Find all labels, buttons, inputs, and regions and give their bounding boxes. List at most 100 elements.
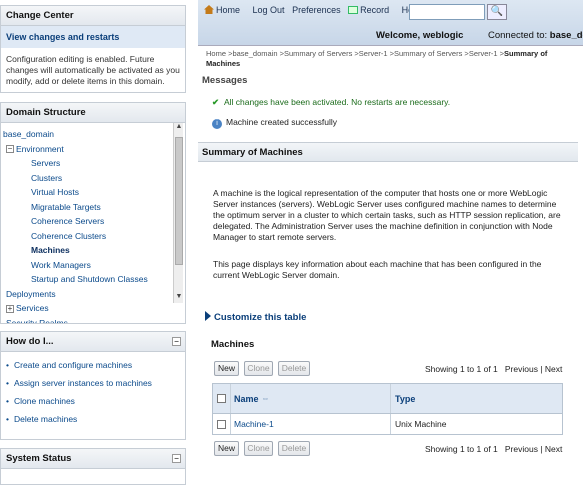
record-link[interactable]: Record <box>348 5 394 15</box>
record-label: Record <box>360 5 390 15</box>
search-input[interactable] <box>409 4 485 20</box>
type-column-header[interactable]: Type <box>391 384 562 413</box>
tree-item[interactable]: Machines <box>3 243 183 258</box>
system-status-panel: System Status − <box>0 448 186 485</box>
tree-item-label: Deployments <box>6 288 56 299</box>
expand-icon[interactable]: + <box>6 304 14 313</box>
tree-item-label: Work Managers <box>31 259 91 270</box>
delete-button-bottom[interactable]: Delete <box>278 441 310 456</box>
howdo-link-create[interactable]: Create and configure machines <box>6 356 180 374</box>
domain-tree: base_domain − Environment Servers Clusters Vi… <box>1 123 185 323</box>
domain-structure-title: Domain Structure <box>1 103 185 123</box>
machine-name-link[interactable]: Machine-1 <box>231 414 391 434</box>
clone-button-bottom[interactable]: Clone <box>244 441 273 456</box>
expand-triangle-icon <box>205 311 211 321</box>
collapse-icon[interactable]: − <box>6 145 14 154</box>
tree-item[interactable]: Startup and Shutdown Classes <box>3 272 183 287</box>
left-column: Change Center View changes and restarts … <box>0 0 188 485</box>
delete-button[interactable]: Delete <box>278 361 310 376</box>
home-icon <box>204 5 214 14</box>
tree-item[interactable]: Coherence Servers <box>3 214 183 229</box>
info-message-text: Machine created successfully <box>226 117 338 127</box>
tree-item-label: Machines <box>31 245 70 255</box>
top-navigation-bar: Home Log Out Preferences Record Help 🔍 W… <box>198 0 583 46</box>
success-message: ✔ All changes have been activated. No res… <box>212 97 450 107</box>
view-changes-link[interactable]: View changes and restarts <box>1 26 185 48</box>
change-center-title: Change Center <box>1 6 185 26</box>
tree-item[interactable]: Virtual Hosts <box>3 185 183 200</box>
row-checkbox[interactable] <box>217 419 226 429</box>
tree-item-label: Migratable Targets <box>31 201 101 212</box>
welcome-text: Welcome, weblogic <box>376 30 464 41</box>
collapse-icon[interactable]: − <box>172 337 181 346</box>
tree-item[interactable]: Work Managers <box>3 258 183 273</box>
pager-next[interactable]: Next <box>545 444 562 454</box>
pager-previous[interactable]: Previous <box>505 364 538 374</box>
summary-title: Summary of Machines <box>198 142 578 162</box>
name-header-label: Name <box>234 393 259 404</box>
check-icon: ✔ <box>212 97 220 107</box>
howdo-link-delete[interactable]: Delete machines <box>6 410 180 428</box>
how-do-i-title: How do I... − <box>1 332 185 352</box>
record-icon <box>348 6 359 14</box>
pager-separator: | <box>540 444 543 454</box>
scroll-thumb[interactable] <box>175 137 183 265</box>
tree-item-label: Startup and Shutdown Classes <box>31 274 148 284</box>
tree-item[interactable]: base_domain <box>3 127 183 142</box>
tree-item[interactable]: Coherence Clusters <box>3 229 183 244</box>
tree-item[interactable]: Deployments <box>3 287 183 302</box>
tree-scrollbar[interactable]: ▲ ▼ <box>173 123 183 303</box>
preferences-link[interactable]: Preferences <box>292 5 341 15</box>
tree-item-label: Coherence Servers <box>31 216 105 226</box>
tree-item[interactable]: Servers <box>3 156 183 171</box>
messages-title: Messages <box>202 75 248 86</box>
tree-item[interactable]: Migratable Targets <box>3 200 183 215</box>
info-message: i Machine created successfully <box>212 117 337 129</box>
tree-item[interactable]: Security Realms <box>3 316 183 324</box>
pager-previous[interactable]: Previous <box>505 444 538 454</box>
customize-label: Customize this table <box>214 312 307 323</box>
how-do-i-list: Create and configure machines Assign ser… <box>1 352 185 432</box>
breadcrumb-path[interactable]: Home >base_domain >Summary of Servers >S… <box>206 49 504 58</box>
row-checkbox-cell <box>213 414 231 434</box>
tree-item[interactable]: + Services <box>3 301 183 316</box>
connected-label: Connected to: <box>488 30 548 41</box>
tree-item-label: Security Realms <box>6 317 68 324</box>
tree-item-label: Environment <box>16 143 64 154</box>
scroll-down-icon[interactable]: ▼ <box>174 293 184 303</box>
top-nav-links: Home Log Out Preferences Record Help <box>204 5 425 15</box>
collapse-icon[interactable]: − <box>172 454 181 463</box>
pager-next[interactable]: Next <box>545 364 562 374</box>
machines-title: Machines <box>211 339 255 350</box>
howdo-link-assign[interactable]: Assign server instances to machines <box>6 374 180 392</box>
scroll-up-icon[interactable]: ▲ <box>174 123 184 133</box>
home-link[interactable]: Home <box>204 5 245 15</box>
tree-item[interactable]: − Environment <box>3 142 183 157</box>
logout-link[interactable]: Log Out <box>253 5 285 15</box>
new-button[interactable]: New <box>214 361 239 376</box>
tree-item-label: Services <box>16 303 49 313</box>
tree-item-label: Clusters <box>31 172 63 183</box>
new-button-bottom[interactable]: New <box>214 441 239 456</box>
change-center-panel: Change Center View changes and restarts … <box>0 5 186 93</box>
pager-bottom: Showing 1 to 1 of 1 Previous | Next <box>425 444 562 454</box>
change-center-text: Configuration editing is enabled. Future… <box>6 54 180 86</box>
description-text-2: This page displays key information about… <box>213 259 542 280</box>
connected-to: Connected to: base_domain <box>488 30 583 41</box>
pager-top: Showing 1 to 1 of 1 Previous | Next <box>425 364 562 374</box>
customize-table-link[interactable]: Customize this table <box>205 311 306 323</box>
how-do-i-panel: How do I... − Create and configure machi… <box>0 331 186 440</box>
pager-info: Showing 1 to 1 of 1 <box>425 364 498 374</box>
tree-item[interactable]: Clusters <box>3 171 183 186</box>
info-icon: i <box>212 119 222 129</box>
clone-button[interactable]: Clone <box>244 361 273 376</box>
name-column-header[interactable]: Name ⇔ <box>231 384 391 413</box>
search-icon[interactable]: 🔍 <box>487 4 507 20</box>
select-all-checkbox[interactable] <box>217 394 226 403</box>
machine-type: Unix Machine <box>395 419 447 429</box>
tree-item-label: base_domain <box>3 129 55 139</box>
table-row: Machine-1 Unix Machine <box>213 414 562 434</box>
how-do-i-title-text: How do I... <box>6 336 54 347</box>
howdo-link-clone[interactable]: Clone machines <box>6 392 180 410</box>
tree-item-label: Virtual Hosts <box>31 187 80 197</box>
